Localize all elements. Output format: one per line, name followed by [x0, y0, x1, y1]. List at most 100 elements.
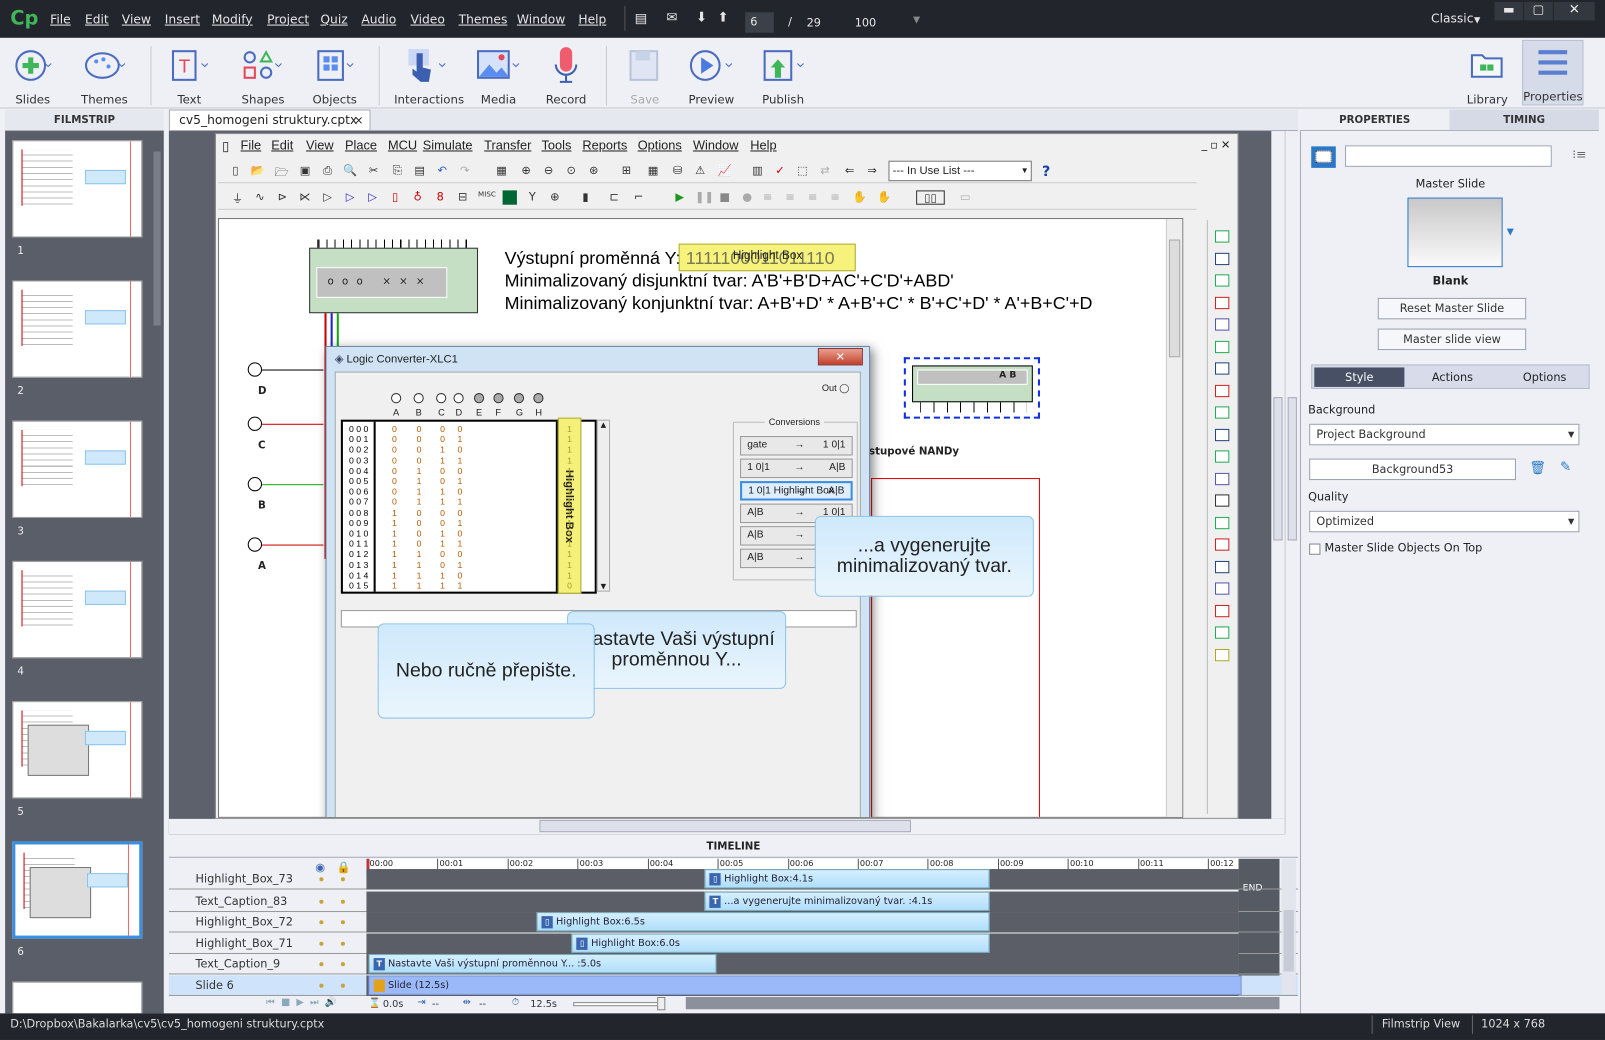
input-node-c[interactable]: [247, 416, 263, 431]
redo-icon[interactable]: ↷: [458, 164, 472, 178]
timeline-row[interactable]: Text_Caption_83 T ...a vygenerujte minimal…: [168, 891, 1298, 912]
visibility-toggle[interactable]: [319, 962, 324, 967]
input-node-d[interactable]: [247, 362, 263, 377]
multisim-menu-edit[interactable]: Edit: [271, 138, 293, 152]
visibility-toggle[interactable]: [319, 920, 324, 925]
conversion-button-3[interactable]: 1 0|1 Highlight Box → A|B: [740, 481, 853, 501]
stage-vertical-scrollbar[interactable]: [1271, 131, 1285, 819]
source-icon[interactable]: ⏚: [230, 190, 244, 205]
mixed-icon[interactable]: ♁: [410, 190, 424, 204]
mail-icon[interactable]: ✉: [666, 10, 677, 25]
library-button[interactable]: Library: [1457, 44, 1518, 106]
slide-thumbnail[interactable]: [12, 981, 143, 1014]
background-dropdown[interactable]: Project Background ▼: [1309, 423, 1580, 446]
variable-toggle-g[interactable]: [513, 393, 525, 404]
arrow-up-icon[interactable]: ⬆: [718, 10, 729, 25]
transistor-icon[interactable]: ⋉: [298, 190, 312, 204]
workspace-switcher[interactable]: Classic: [1431, 11, 1473, 25]
multisim-menu-place[interactable]: Place: [345, 138, 377, 152]
lock-toggle[interactable]: [340, 920, 345, 925]
page-number-input[interactable]: 6: [745, 12, 774, 33]
subtab-actions[interactable]: Actions: [1407, 367, 1497, 386]
mcu-icon[interactable]: ▮: [578, 190, 592, 204]
conversion-button-2[interactable]: 1 0|1 → A|B: [740, 458, 853, 479]
multisim-menu-transfer[interactable]: Transfer: [484, 138, 531, 152]
switch-icon[interactable]: ▭: [951, 190, 980, 204]
slide-thumbnail[interactable]: [12, 560, 143, 659]
instrument-icon[interactable]: [1215, 538, 1230, 551]
lock-toggle[interactable]: [340, 962, 345, 967]
arrow-down-icon[interactable]: ⬇: [696, 10, 707, 25]
visibility-toggle[interactable]: [319, 899, 324, 904]
truth-table-row[interactable]: 0 0 1 0 0 0 1 1: [343, 434, 589, 444]
visibility-toggle[interactable]: [319, 877, 324, 882]
zoom-value[interactable]: 100: [855, 16, 876, 29]
power-icon[interactable]: ⊟: [456, 190, 470, 204]
bus-icon[interactable]: ⌐: [632, 190, 646, 204]
menu-help[interactable]: Help: [578, 12, 606, 26]
timeline-bar-highlight-box[interactable]: ▯ Highlight Box:6.0s: [571, 933, 990, 953]
timeline-bar-highlight-box[interactable]: ▯ Highlight Box:4.1s: [704, 869, 990, 889]
timeline-bar-text-caption[interactable]: T Nastavte Vaši výstupní proměnnou Y... :…: [368, 953, 717, 974]
instrument-icon[interactable]: [1215, 626, 1230, 639]
save-icon[interactable]: ▣: [298, 164, 312, 178]
tab-properties[interactable]: PROPERTIES: [1299, 109, 1450, 132]
reset-master-slide-button[interactable]: Reset Master Slide: [1377, 297, 1527, 320]
multisim-menu-help[interactable]: Help: [750, 138, 776, 152]
timeline-row[interactable]: Text_Caption_9 T Nastavte Vaši výstupní pr…: [168, 953, 1298, 975]
close-tab-icon[interactable]: ×: [354, 111, 363, 130]
multisim-menu-simulate[interactable]: Simulate: [423, 138, 473, 152]
digital-icon[interactable]: ▯: [388, 190, 402, 204]
save-button[interactable]: Save: [614, 44, 675, 106]
zoom-area-icon[interactable]: ⊙: [564, 164, 578, 178]
variable-toggle-c[interactable]: [436, 393, 447, 404]
instrument-icon[interactable]: [1215, 516, 1230, 529]
print-preview-icon[interactable]: 🔍: [343, 164, 357, 178]
breakpoint-icon[interactable]: ●: [740, 190, 754, 204]
truth-table-row[interactable]: 0 0 2 0 0 1 0 1: [343, 445, 589, 455]
instrument-icon[interactable]: [1215, 604, 1230, 617]
instrument-icon[interactable]: [1215, 340, 1230, 353]
properties-button[interactable]: Properties: [1522, 39, 1584, 106]
slide-thumbnail[interactable]: [12, 140, 143, 238]
edit-pencil-icon[interactable]: ✎: [1560, 460, 1571, 475]
timeline-bar-slide[interactable]: Slide (12.5s): [368, 974, 1243, 995]
diode-icon[interactable]: ⊳: [275, 190, 289, 204]
timeline-vertical-scrollbar[interactable]: [1281, 858, 1296, 994]
multisim-menu-tools[interactable]: Tools: [541, 138, 571, 152]
variable-toggle-h[interactable]: [533, 393, 544, 404]
resistor-icon[interactable]: ∿: [253, 190, 267, 204]
instrument-icon[interactable]: [1215, 472, 1230, 485]
variable-toggle-e[interactable]: [473, 393, 485, 404]
transfer-icon[interactable]: ⇄: [818, 164, 832, 178]
hierarchy-icon[interactable]: ⊞: [619, 164, 633, 178]
menu-video[interactable]: Video: [410, 12, 444, 26]
truth-table-row[interactable]: 0 1 0 1 0 1 0 1: [343, 528, 589, 538]
remove-breakpoints-icon[interactable]: ✋: [877, 190, 891, 204]
instrument-icon[interactable]: [1215, 230, 1230, 243]
conversion-button-1[interactable]: gate → 1 0|1: [740, 436, 853, 456]
in-use-list-dropdown[interactable]: --- In Use List --- ▼: [888, 160, 1032, 182]
lock-toggle[interactable]: [340, 877, 345, 882]
run-to-cursor-icon[interactable]: ≡: [828, 190, 842, 204]
truth-table-row[interactable]: 0 1 1 1 0 1 1 1: [343, 539, 589, 549]
timeline-bar-text-caption[interactable]: T ...a vygenerujte minimalizovaný tvar. :…: [704, 891, 990, 911]
truth-table-row[interactable]: 0 1 5 1 1 1 1 0: [343, 580, 589, 590]
caption-generate[interactable]: ...a vygenerujte minimalizovaný tvar.: [814, 515, 1034, 597]
electromechanical-icon[interactable]: ⊕: [548, 190, 562, 204]
stop-simulation-icon[interactable]: ■: [718, 190, 732, 204]
truth-table-row[interactable]: 0 0 000001: [343, 424, 589, 434]
word-generator-chip[interactable]: ooo ×××: [309, 247, 479, 314]
slide-name-input[interactable]: [1345, 145, 1552, 167]
objects-button[interactable]: Objects: [304, 44, 365, 106]
step-out-icon[interactable]: ≡: [806, 190, 820, 204]
master-slide-thumbnail[interactable]: [1407, 197, 1503, 268]
lock-toggle[interactable]: [340, 941, 345, 946]
lock-toggle[interactable]: [340, 899, 345, 904]
subtab-options[interactable]: Options: [1501, 367, 1589, 386]
interactions-button[interactable]: Interactions: [394, 44, 464, 106]
instrument-icon[interactable]: [1215, 494, 1230, 507]
master-slide-dropdown-icon[interactable]: ▼: [1507, 227, 1514, 237]
input-node-a[interactable]: [247, 537, 263, 552]
truth-table[interactable]: Highlight Box 0 0 0000010 0 1000110 0 20…: [340, 417, 597, 594]
